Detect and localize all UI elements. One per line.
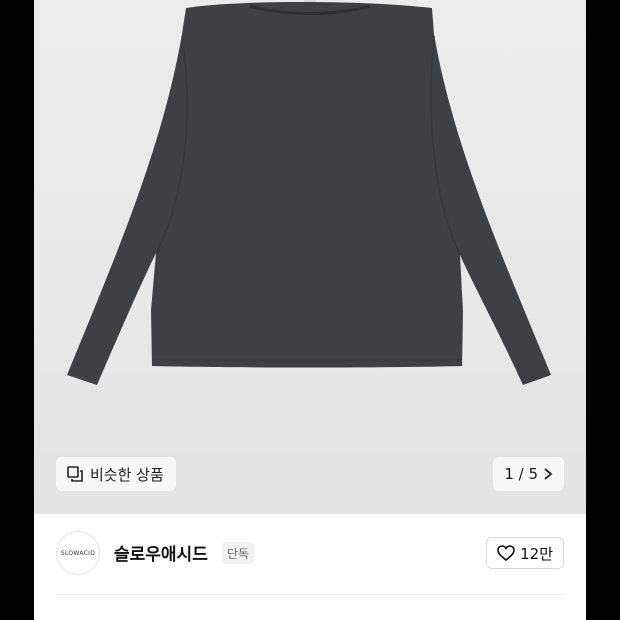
brand-name[interactable]: 슬로우애시드 <box>114 540 208 565</box>
like-count: 12만 <box>520 544 553 563</box>
chevron-right-icon <box>544 468 553 480</box>
product-photo-long-sleeve-tee <box>67 0 551 385</box>
heart-outline-icon <box>497 545 515 561</box>
like-button[interactable]: 12만 <box>486 537 564 569</box>
similar-products-button[interactable]: 비슷한 상품 <box>56 457 176 491</box>
pager-text: 1 / 5 <box>504 465 538 483</box>
brand-logo-text: SLOWACID <box>60 549 96 557</box>
product-image-gallery[interactable]: 비슷한 상품 1 / 5 <box>34 0 586 514</box>
image-pager[interactable]: 1 / 5 <box>493 457 564 491</box>
product-detail-screen: 비슷한 상품 1 / 5 SLOWACID 슬로우애시드 단독 12만 <box>34 0 586 620</box>
brand-row[interactable]: SLOWACID 슬로우애시드 단독 12만 <box>34 514 586 592</box>
brand-logo[interactable]: SLOWACID <box>56 531 100 575</box>
section-divider <box>56 594 564 595</box>
similar-products-label: 비슷한 상품 <box>90 465 164 484</box>
exclusive-badge: 단독 <box>222 542 255 564</box>
similar-products-icon <box>67 466 83 482</box>
